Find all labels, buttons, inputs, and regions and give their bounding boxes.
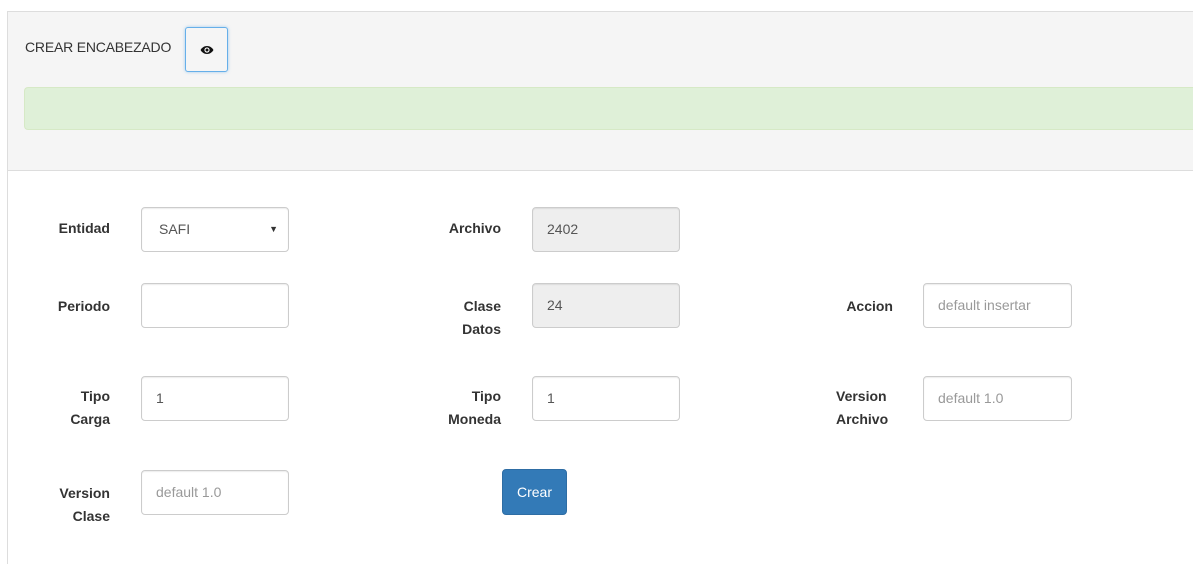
crear-button[interactable]: Crear bbox=[502, 469, 567, 515]
version-archivo-input[interactable]: default 1.0 bbox=[923, 376, 1072, 421]
entidad-select-value: SAFI bbox=[159, 221, 191, 237]
page-title: CREAR ENCABEZADO bbox=[25, 39, 172, 55]
tipo-carga-input[interactable]: 1 bbox=[141, 376, 289, 421]
eye-icon bbox=[200, 42, 214, 58]
version-archivo-label: Version Archivo bbox=[836, 388, 889, 427]
accion-input[interactable]: default insertar bbox=[923, 283, 1072, 328]
accion-label: Accion bbox=[846, 298, 893, 314]
entidad-select[interactable]: SAFI ▼ bbox=[141, 207, 289, 252]
periodo-input[interactable] bbox=[141, 283, 289, 328]
toggle-visibility-button[interactable] bbox=[185, 27, 228, 72]
tipo-moneda-label: Tipo Moneda bbox=[448, 388, 501, 427]
archivo-field: 2402 bbox=[532, 207, 680, 252]
tipo-moneda-input[interactable]: 1 bbox=[532, 376, 680, 421]
version-clase-label: Version Clase bbox=[59, 485, 110, 524]
entidad-label: Entidad bbox=[58, 220, 110, 236]
tipo-carga-label: Tipo Carga bbox=[70, 388, 110, 427]
archivo-label: Archivo bbox=[448, 220, 501, 236]
clase-datos-label: Clase Datos bbox=[462, 298, 501, 337]
periodo-label: Periodo bbox=[57, 298, 110, 314]
caret-down-icon: ▼ bbox=[269, 224, 278, 234]
success-alert bbox=[24, 87, 1193, 130]
clase-datos-field: 24 bbox=[532, 283, 680, 328]
panel-heading: CREAR ENCABEZADO bbox=[8, 12, 1193, 171]
version-clase-input[interactable]: default 1.0 bbox=[141, 470, 289, 515]
